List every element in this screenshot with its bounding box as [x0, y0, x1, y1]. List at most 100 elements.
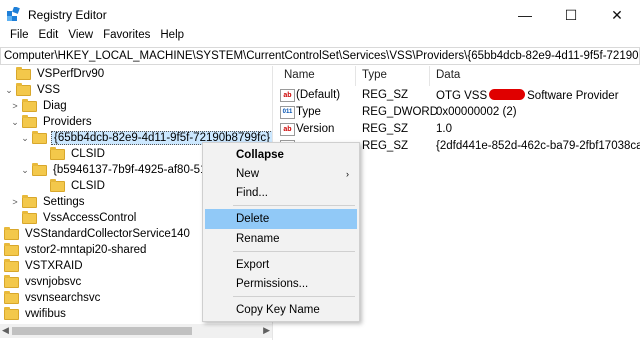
tree-item-vwifibus[interactable]: vwifibus: [0, 306, 68, 322]
collapse-chevron-icon[interactable]: ⌄: [20, 165, 30, 176]
column-header-name[interactable]: Name: [284, 69, 315, 81]
tree-item-label: {b5946137-7b9f-4925-af80-51ab: [53, 164, 220, 176]
value-data: {2dfd441e-852d-462c-ba79-2fbf17038cac}: [436, 140, 640, 152]
tree-item-label: CLSID: [71, 148, 105, 160]
menu-view[interactable]: View: [64, 28, 99, 46]
submenu-arrow-icon: ›: [346, 169, 349, 179]
tree-item-label: VSTXRAID: [25, 260, 83, 272]
folder-icon: [32, 162, 47, 176]
context-delete[interactable]: Delete: [205, 209, 357, 229]
expand-chevron-icon[interactable]: >: [10, 101, 20, 111]
menu-bar: File Edit View Favorites Help: [0, 28, 640, 46]
folder-icon: [4, 306, 19, 320]
context-menu: Collapse New › Find... Delete Rename Exp…: [202, 142, 360, 322]
folder-icon: [50, 178, 65, 192]
value-row[interactable]: ab (Default) REG_SZ OTG VSS Software Prov…: [274, 88, 640, 104]
context-collapse[interactable]: Collapse: [205, 145, 357, 165]
folder-icon: [4, 226, 19, 240]
scroll-left-arrow-icon[interactable]: ◀: [2, 325, 9, 336]
folder-icon: [22, 194, 37, 208]
window-title: Registry Editor: [28, 8, 107, 22]
menu-favorites[interactable]: Favorites: [99, 28, 156, 46]
close-button[interactable]: ✕: [594, 0, 640, 30]
folder-icon: [4, 290, 19, 304]
folder-icon: [16, 66, 31, 80]
collapse-chevron-icon[interactable]: ⌄: [4, 85, 14, 96]
tree-item-vsvnsearchsvc[interactable]: vsvnsearchsvc: [0, 290, 102, 306]
redaction-mark: [489, 89, 526, 100]
folder-icon: [4, 258, 19, 272]
folder-icon: [22, 98, 37, 112]
tree-item-clsid-2[interactable]: CLSID: [38, 178, 107, 194]
folder-icon: [4, 274, 19, 288]
value-name: Version: [296, 123, 335, 135]
tree-item-vstor2-mntapi20-shared[interactable]: vstor2-mntapi20-shared: [0, 242, 148, 258]
menu-edit[interactable]: Edit: [35, 28, 65, 46]
address-bar[interactable]: Computer\HKEY_LOCAL_MACHINE\SYSTEM\Curre…: [0, 47, 640, 65]
string-value-icon: ab: [280, 123, 295, 136]
horizontal-scrollbar[interactable]: ◀ ▶: [0, 324, 272, 338]
string-value-icon: ab: [280, 89, 295, 102]
tree-item-vsvnjobsvc[interactable]: vsvnjobsvc: [0, 274, 83, 290]
tree-item-providers[interactable]: ⌄ Providers: [10, 114, 94, 130]
context-new[interactable]: New ›: [205, 164, 357, 184]
tree-item-vssaccesscontrol[interactable]: VssAccessControl: [10, 210, 138, 226]
menu-separator: [233, 205, 355, 206]
scrollbar-thumb[interactable]: [12, 327, 192, 335]
column-divider[interactable]: [355, 66, 356, 86]
tree-item-clsid[interactable]: CLSID: [38, 146, 107, 162]
value-type: REG_SZ: [362, 89, 409, 101]
context-new-label: New: [236, 168, 260, 180]
value-data: OTG VSS Software Provider: [436, 89, 619, 102]
value-row[interactable]: ab Version REG_SZ 1.0: [274, 122, 640, 138]
tree-item-label: VSS: [37, 84, 61, 96]
column-header-type[interactable]: Type: [362, 69, 387, 81]
folder-icon: [4, 242, 19, 256]
value-name: (Default): [296, 89, 341, 101]
tree-item-label: Settings: [43, 196, 85, 208]
value-type: REG_DWORD: [362, 106, 439, 118]
tree-item-label: VSPerfDrv90: [37, 68, 105, 80]
tree-item-vsperfdrv90[interactable]: VSPerfDrv90: [4, 66, 106, 82]
context-find[interactable]: Find...: [205, 183, 357, 203]
context-copy-key-name[interactable]: Copy Key Name: [205, 300, 357, 320]
value-data-prefix: OTG VSS: [436, 90, 488, 102]
maximize-button[interactable]: ☐: [548, 0, 594, 30]
folder-icon: [50, 146, 65, 160]
tree-item-label: VssAccessControl: [43, 212, 137, 224]
context-rename[interactable]: Rename: [205, 229, 357, 249]
context-export[interactable]: Export: [205, 255, 357, 275]
expand-chevron-icon[interactable]: >: [10, 197, 20, 207]
tree-item-label: Diag: [43, 100, 67, 112]
menu-separator: [233, 296, 355, 297]
folder-icon: [16, 82, 31, 96]
tree-item-label: vwifibus: [25, 308, 66, 320]
column-header-data[interactable]: Data: [436, 69, 460, 81]
collapse-chevron-icon[interactable]: ⌄: [20, 133, 30, 144]
value-data-suffix: Software Provider: [527, 90, 619, 102]
folder-icon: [22, 210, 37, 224]
value-data: 1.0: [436, 123, 452, 135]
tree-item-vss[interactable]: ⌄ VSS: [4, 82, 62, 98]
value-type: REG_SZ: [362, 123, 409, 135]
tree-item-diag[interactable]: > Diag: [10, 98, 69, 114]
minimize-button[interactable]: —: [502, 0, 548, 30]
title-bar: Registry Editor — ☐ ✕: [0, 0, 640, 30]
scroll-right-arrow-icon[interactable]: ▶: [263, 325, 270, 336]
column-divider[interactable]: [429, 66, 430, 86]
tree-item-label: CLSID: [71, 180, 105, 192]
tree-item-vstxraid[interactable]: VSTXRAID: [0, 258, 85, 274]
value-data: 0x00000002 (2): [436, 106, 517, 118]
folder-icon: [22, 114, 37, 128]
tree-item-vsstandardcollectorservice140[interactable]: VSStandardCollectorService140: [0, 226, 192, 242]
context-permissions[interactable]: Permissions...: [205, 274, 357, 294]
menu-file[interactable]: File: [6, 28, 35, 46]
tree-item-provider-b5946137[interactable]: ⌄ {b5946137-7b9f-4925-af80-51ab: [20, 162, 221, 178]
menu-separator: [233, 251, 355, 252]
collapse-chevron-icon[interactable]: ⌄: [10, 117, 20, 128]
menu-help[interactable]: Help: [156, 28, 190, 46]
tree-item-label: vsvnjobsvc: [25, 276, 82, 288]
value-row[interactable]: 011 Type REG_DWORD 0x00000002 (2): [274, 105, 640, 121]
tree-item-settings[interactable]: > Settings: [10, 194, 87, 210]
tree-item-label: vsvnsearchsvc: [25, 292, 101, 304]
